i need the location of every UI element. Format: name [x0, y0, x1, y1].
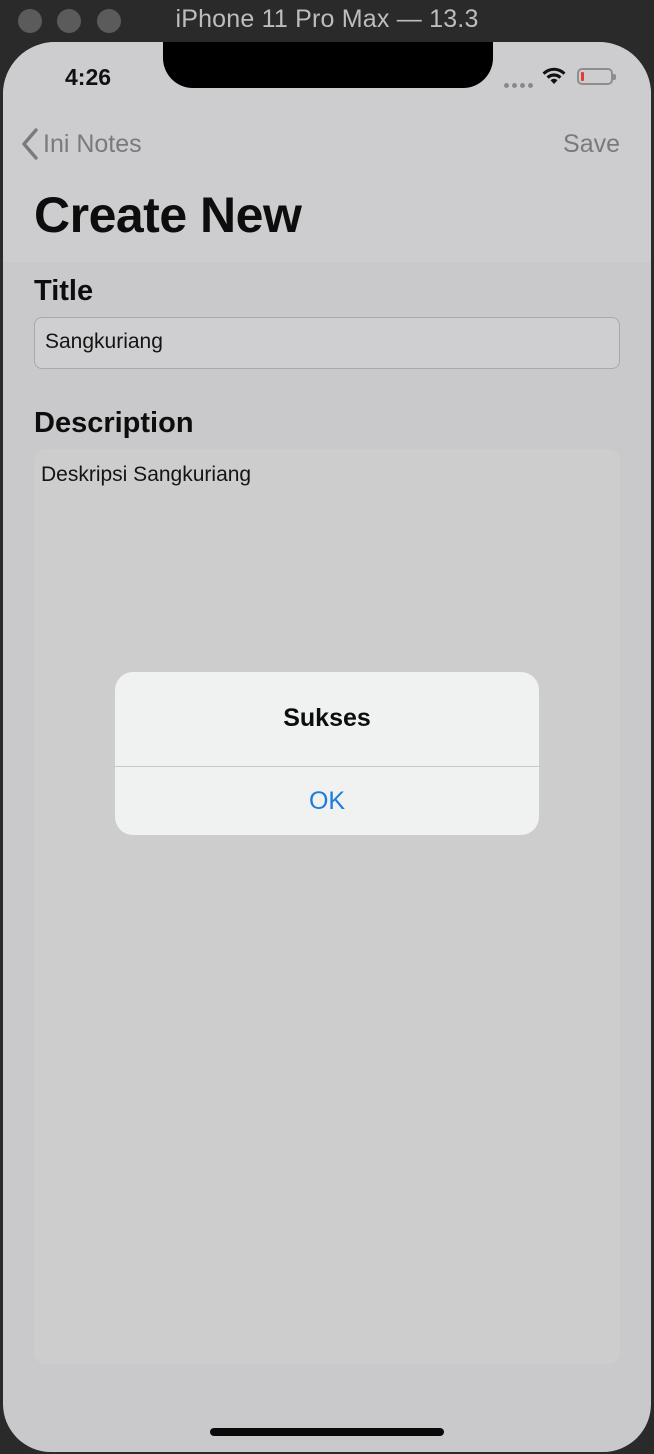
chevron-left-icon [22, 128, 38, 160]
page-title: Create New [34, 187, 302, 243]
battery-icon [577, 68, 616, 85]
description-label: Description [34, 407, 194, 439]
window-title: iPhone 11 Pro Max — 13.3 [175, 5, 479, 33]
back-button-label: Ini Notes [43, 129, 142, 158]
success-alert: Sukses OK [115, 672, 539, 835]
window-titlebar: iPhone 11 Pro Max — 13.3 [0, 0, 654, 42]
battery-level [581, 72, 584, 81]
alert-ok-button[interactable]: OK [115, 767, 539, 835]
device-notch [163, 42, 493, 88]
home-indicator[interactable] [210, 1428, 444, 1436]
alert-title: Sukses [283, 704, 371, 732]
cellular-signal-icon [504, 83, 533, 88]
iphone-screen: 4:26 Ini Notes Save Create New Title San… [3, 42, 651, 1452]
back-button[interactable]: Ini Notes [21, 128, 142, 160]
simulator-window: iPhone 11 Pro Max — 13.3 4:26 Ini Notes … [0, 0, 654, 1454]
save-button[interactable]: Save [563, 130, 620, 159]
title-label: Title [34, 275, 94, 307]
description-textarea[interactable]: Deskripsi Sangkuriang [34, 449, 620, 1364]
status-time: 4:26 [65, 64, 112, 90]
wifi-icon [542, 67, 566, 84]
title-input[interactable]: Sangkuriang [34, 317, 620, 369]
